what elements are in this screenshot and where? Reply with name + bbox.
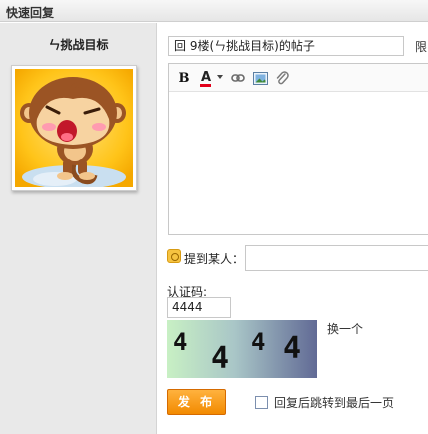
avatar-image [15, 69, 133, 187]
svg-text:4: 4 [251, 328, 265, 356]
refresh-captcha-link[interactable]: 换一个 [327, 320, 363, 337]
font-color-icon[interactable]: A [197, 69, 223, 87]
captcha-input[interactable]: 4444 [167, 297, 231, 318]
svg-text:4: 4 [211, 341, 229, 376]
editor-toolbar: B A [169, 64, 428, 92]
rich-text-editor: B A [168, 63, 428, 235]
link-icon[interactable] [229, 69, 247, 87]
username: ㄣ挑战目标 [48, 38, 109, 52]
font-color-swatch [200, 84, 211, 87]
window-title: 快速回复 [6, 6, 55, 20]
subject-limit-label: 限 [415, 40, 428, 54]
jump-to-last-page-label: 回复后跳转到最后一页 [274, 396, 395, 410]
mention-icon [167, 249, 181, 263]
svg-text:4: 4 [283, 331, 301, 366]
user-sidebar: ㄣ挑战目标 [0, 23, 157, 434]
reply-form: 回 9楼(ㄣ挑战目标)的帖子 限 B A 提到某人： 认证码: 4444 4 4… [158, 23, 428, 434]
publish-button[interactable]: 发 布 [167, 389, 226, 415]
font-color-letter: A [200, 70, 212, 85]
attachment-icon[interactable] [273, 69, 291, 87]
chevron-down-icon [217, 75, 223, 79]
attachment-glyph [276, 71, 289, 85]
avatar[interactable] [11, 65, 137, 191]
jump-to-last-page-checkbox[interactable] [255, 396, 268, 409]
mention-input[interactable] [245, 245, 428, 271]
bold-icon[interactable]: B [175, 69, 193, 87]
captcha-image: 4 4 4 4 [167, 320, 317, 378]
link-glyph [231, 74, 245, 82]
mention-label: 提到某人： [184, 252, 245, 266]
svg-text:4: 4 [173, 328, 187, 356]
editor-content-area[interactable] [169, 93, 428, 235]
title-bar: 快速回复 [0, 0, 428, 22]
image-icon[interactable] [251, 69, 269, 87]
subject-input[interactable]: 回 9楼(ㄣ挑战目标)的帖子 [168, 36, 404, 56]
image-glyph [252, 71, 268, 85]
